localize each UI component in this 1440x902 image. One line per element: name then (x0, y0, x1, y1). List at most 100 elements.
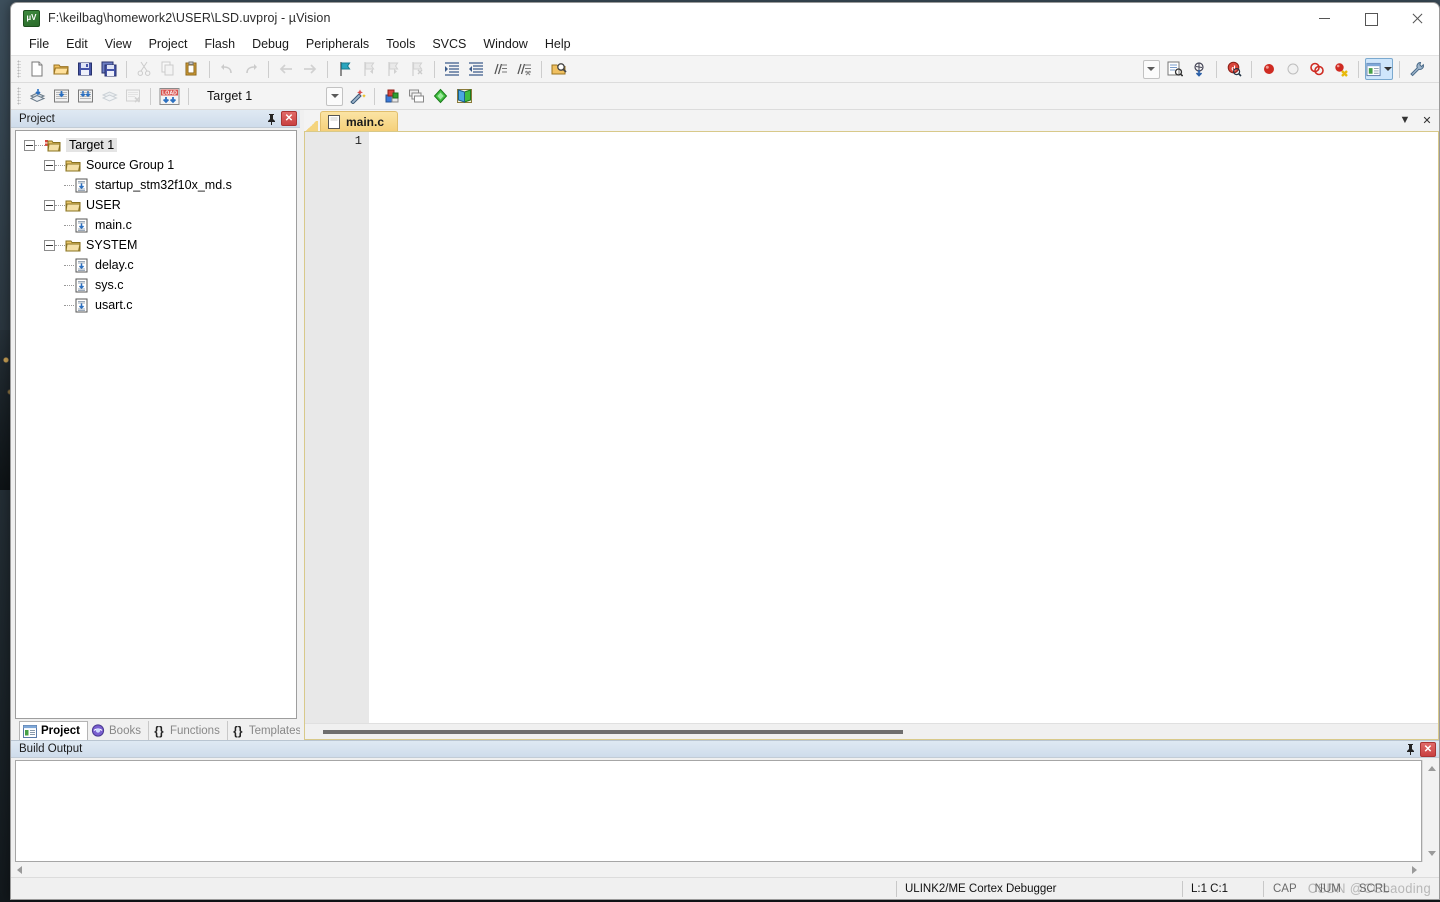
scrollbar-thumb[interactable] (323, 729, 903, 734)
find-in-files-icon[interactable] (548, 58, 570, 80)
scroll-down-icon[interactable] (1423, 845, 1439, 862)
chevron-down-icon[interactable]: ▼ (1395, 111, 1415, 129)
books-manage-icon[interactable] (453, 85, 475, 107)
redo-icon[interactable] (240, 58, 262, 80)
bookmark-toggle-icon[interactable] (334, 58, 356, 80)
expander-icon[interactable] (44, 199, 55, 211)
code-text-area[interactable] (369, 132, 1438, 723)
comment-icon[interactable] (489, 58, 511, 80)
build-icon[interactable] (50, 85, 72, 107)
disable-all-breakpoints-icon[interactable] (1306, 58, 1328, 80)
expander-icon[interactable] (24, 139, 35, 151)
close-icon[interactable]: ✕ (1417, 111, 1437, 129)
menu-view[interactable]: View (97, 35, 140, 53)
expander-icon[interactable] (44, 239, 55, 251)
batch-build-icon[interactable] (98, 85, 120, 107)
menu-peripherals[interactable]: Peripherals (298, 35, 377, 53)
editor-horizontal-scrollbar[interactable] (305, 723, 1438, 739)
menu-edit[interactable]: Edit (58, 35, 96, 53)
tree-item-group[interactable]: USER (20, 195, 296, 215)
multi-project-icon[interactable] (405, 85, 427, 107)
menu-svcs[interactable]: SVCS (424, 35, 474, 53)
save-all-icon[interactable] (98, 58, 120, 80)
close-button[interactable] (1393, 3, 1439, 33)
close-icon[interactable]: ✕ (281, 111, 297, 126)
manage-project-items-icon[interactable] (381, 85, 403, 107)
new-file-icon[interactable] (26, 58, 48, 80)
build-output-horizontal-scrollbar[interactable] (11, 862, 1439, 877)
tree-item-file[interactable]: usart.c (20, 295, 296, 315)
chevron-down-icon[interactable] (326, 86, 343, 106)
build-output-vertical-scrollbar[interactable] (1422, 760, 1439, 862)
tree-item-file[interactable]: delay.c (20, 255, 296, 275)
stop-build-icon[interactable] (122, 85, 144, 107)
tree-item-group[interactable]: SYSTEM (20, 235, 296, 255)
toolbar-separator (126, 60, 127, 78)
menu-help[interactable]: Help (537, 35, 579, 53)
download-icon[interactable]: LOAD (157, 85, 182, 107)
paste-icon[interactable] (181, 58, 203, 80)
maximize-button[interactable] (1347, 3, 1393, 33)
folder-icon (65, 198, 81, 213)
indent-icon[interactable] (441, 58, 463, 80)
window-manager-icon[interactable] (1365, 58, 1393, 80)
open-file-icon[interactable] (50, 58, 72, 80)
toolbar-separator (1216, 60, 1217, 78)
tree-item-target[interactable]: Target 1 (20, 135, 296, 155)
scroll-up-icon[interactable] (1423, 760, 1439, 777)
outdent-icon[interactable] (465, 58, 487, 80)
debug-start-icon[interactable] (1188, 58, 1210, 80)
menu-window[interactable]: Window (475, 35, 535, 53)
tree-item-file[interactable]: sys.c (20, 275, 296, 295)
copy-icon[interactable] (157, 58, 179, 80)
menu-debug[interactable]: Debug (244, 35, 297, 53)
tree-item-file[interactable]: main.c (20, 215, 296, 235)
menu-project[interactable]: Project (141, 35, 196, 53)
tab-books[interactable]: Books (88, 721, 149, 740)
editor-tab-main-c[interactable]: main.c (320, 111, 399, 131)
uncomment-icon[interactable] (513, 58, 535, 80)
target-selector[interactable]: Target 1 (200, 86, 345, 107)
insert-breakpoint-icon[interactable] (1258, 58, 1280, 80)
build-output-text[interactable] (15, 760, 1422, 862)
save-icon[interactable] (74, 58, 96, 80)
project-tree[interactable]: Target 1 Source Group 1 startup_stm32f10… (15, 130, 297, 719)
target-selector-value: Target 1 (207, 89, 253, 103)
toolbar-grip[interactable] (17, 60, 21, 78)
navigate-forward-icon[interactable] (299, 58, 321, 80)
pack-installer-icon[interactable] (429, 85, 451, 107)
scroll-left-icon[interactable] (11, 862, 27, 877)
configure-debug-icon[interactable]: d (1223, 58, 1245, 80)
file-icon (74, 298, 90, 313)
configure-icon[interactable] (1406, 58, 1428, 80)
rebuild-icon[interactable] (74, 85, 96, 107)
scroll-right-icon[interactable] (1406, 862, 1422, 877)
kill-all-breakpoints-icon[interactable] (1330, 58, 1352, 80)
menu-flash[interactable]: Flash (196, 35, 243, 53)
tree-item-group[interactable]: Source Group 1 (20, 155, 296, 175)
minimize-button[interactable] (1301, 3, 1347, 33)
navigate-back-icon[interactable] (275, 58, 297, 80)
menu-tools[interactable]: Tools (378, 35, 423, 53)
tab-templates[interactable]: {} Templates (228, 721, 310, 740)
incremental-find-icon[interactable] (1164, 58, 1186, 80)
toolbar-grip[interactable] (17, 87, 21, 105)
tab-functions[interactable]: {} Functions (149, 721, 228, 740)
tab-project[interactable]: Project (19, 721, 88, 740)
tree-item-file[interactable]: startup_stm32f10x_md.s (20, 175, 296, 195)
pin-icon[interactable] (263, 111, 279, 127)
cut-icon[interactable] (133, 58, 155, 80)
search-dropdown-icon[interactable] (1140, 58, 1162, 80)
bookmark-clear-icon[interactable] (406, 58, 428, 80)
close-icon[interactable]: ✕ (1420, 741, 1436, 757)
status-key-indicators: CAP NUM SCRL (1264, 883, 1399, 895)
menu-file[interactable]: File (21, 35, 57, 53)
disable-breakpoint-icon[interactable] (1282, 58, 1304, 80)
bookmark-next-icon[interactable] (382, 58, 404, 80)
translate-icon[interactable] (26, 85, 48, 107)
bookmark-prev-icon[interactable] (358, 58, 380, 80)
undo-icon[interactable] (216, 58, 238, 80)
target-options-wizard-icon[interactable] (346, 85, 368, 107)
pin-icon[interactable] (1402, 741, 1418, 757)
expander-icon[interactable] (44, 159, 55, 171)
